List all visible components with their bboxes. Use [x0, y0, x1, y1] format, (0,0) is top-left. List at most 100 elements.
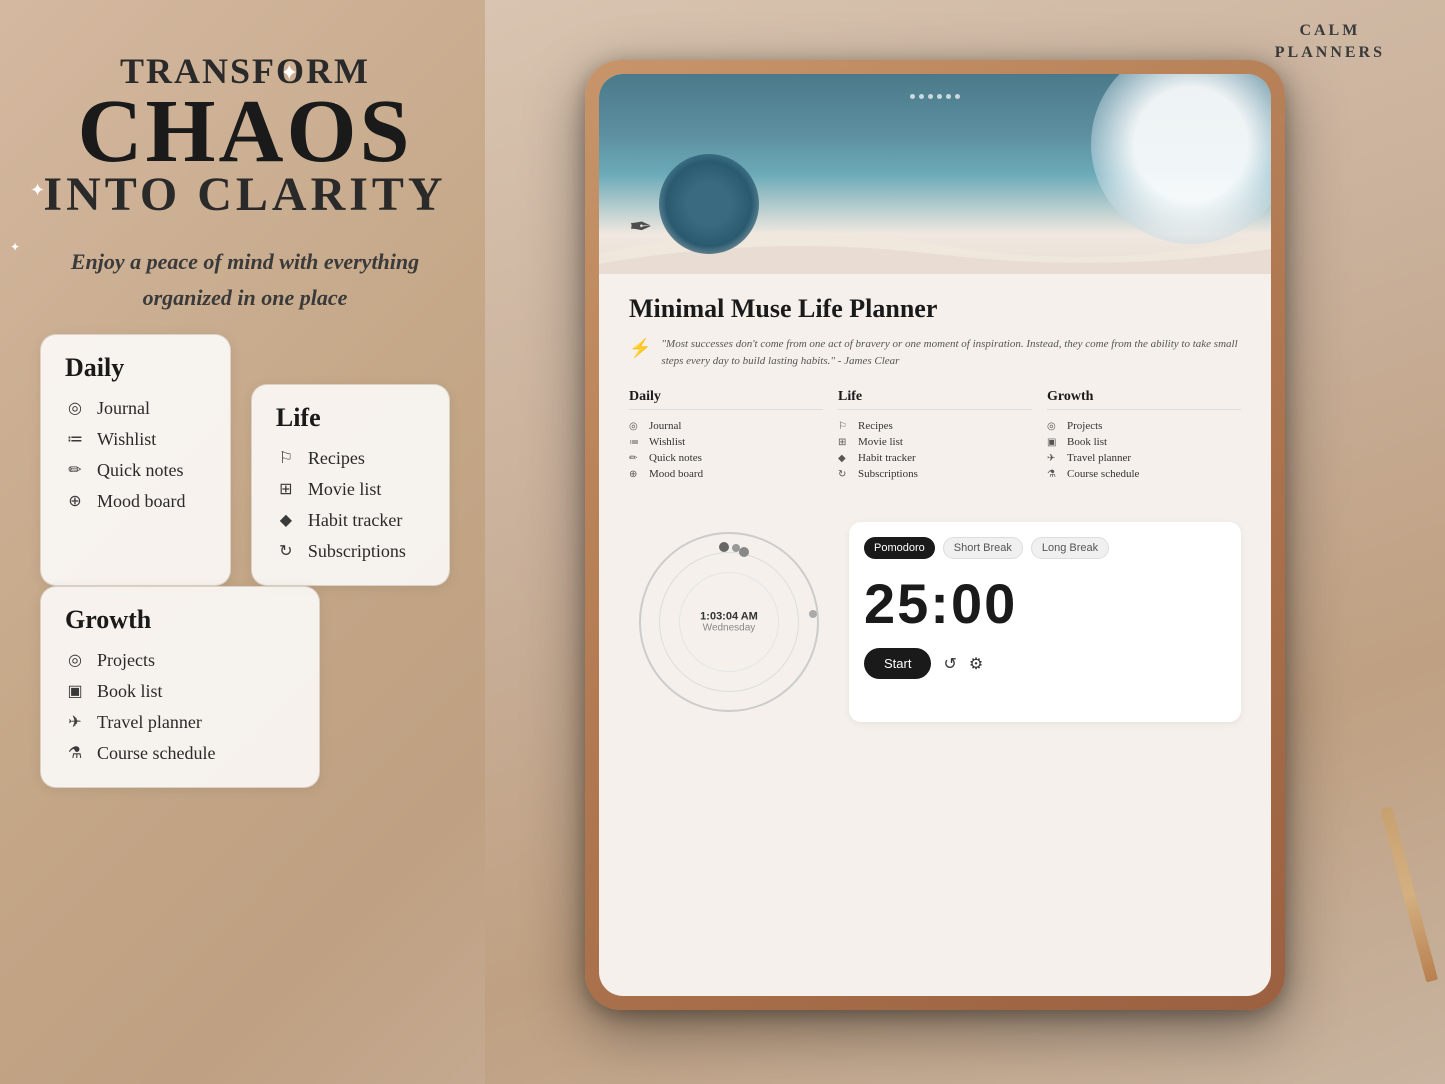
timer-controls: Start ↺ ⚙ — [864, 648, 1226, 679]
quote-block: ⚡ "Most successes don't come from one ac… — [629, 336, 1241, 369]
timer-settings-icon[interactable]: ⚙ — [969, 654, 983, 674]
brand-name-line2: PLANNERS — [1275, 42, 1385, 64]
daily-item-journal[interactable]: ◎ Journal — [65, 393, 206, 424]
tab-long-break[interactable]: Long Break — [1031, 537, 1109, 559]
growth-item-projects[interactable]: ◎ Projects — [65, 645, 295, 676]
header-dot-6 — [955, 94, 960, 99]
tablet-nav-courseschedule[interactable]: ⚗ Course schedule — [1047, 466, 1241, 482]
header-dot-4 — [937, 94, 942, 99]
life-item-habittracker[interactable]: ◆ Habit tracker — [276, 505, 425, 536]
tablet-nav-subscriptions[interactable]: ↻ Subscriptions — [838, 466, 1032, 482]
booklist-icon: ▣ — [65, 681, 85, 701]
tablet-nav-growth-title: Growth — [1047, 389, 1241, 410]
timer-start-button[interactable]: Start — [864, 648, 931, 679]
tablet-nav-courseschedule-label: Course schedule — [1067, 468, 1139, 480]
life-item-subscriptions[interactable]: ↻ Subscriptions — [276, 536, 425, 567]
daily-item-quicknotes[interactable]: ✏ Quick notes — [65, 455, 206, 486]
tagline-line2: organized in one place — [40, 283, 450, 314]
tablet-nav: Daily ◎ Journal ≔ Wishlist ✏ Quick notes — [629, 389, 1241, 482]
tablet-nav-movielist[interactable]: ⊞ Movie list — [838, 434, 1032, 450]
sparkle-icon-4: ✦ — [10, 240, 20, 255]
tablet-recipes-icon: ⚐ — [838, 421, 852, 432]
tablet-nav-moodboard[interactable]: ⊕ Mood board — [629, 466, 823, 482]
growth-item-booklist[interactable]: ▣ Book list — [65, 676, 295, 707]
growth-label-projects: Projects — [97, 650, 155, 671]
tab-pomodoro[interactable]: Pomodoro — [864, 537, 935, 559]
projects-icon: ◎ — [65, 650, 85, 670]
habittracker-icon: ◆ — [276, 510, 296, 530]
brand-logo: CALM PLANNERS — [1275, 20, 1385, 65]
tablet-nav-journal[interactable]: ◎ Journal — [629, 418, 823, 434]
tablet-nav-wishlist[interactable]: ≔ Wishlist — [629, 434, 823, 450]
tablet-travelplanner-icon: ✈ — [1047, 453, 1061, 464]
timer-reset-icon[interactable]: ↺ — [943, 654, 956, 674]
timer-tabs: Pomodoro Short Break Long Break — [864, 537, 1226, 559]
tablet-nav-travelplanner-label: Travel planner — [1067, 452, 1131, 464]
life-label-habittracker: Habit tracker — [308, 510, 402, 531]
journal-icon: ◎ — [65, 398, 85, 418]
life-card: Life ⚐ Recipes ⊞ Movie list ◆ Habit trac… — [251, 384, 450, 586]
growth-label-booklist: Book list — [97, 681, 163, 702]
daily-label-journal: Journal — [97, 398, 150, 419]
tablet-nav-life: Life ⚐ Recipes ⊞ Movie list ◆ Habit trac… — [838, 389, 1032, 482]
tablet-nav-daily: Daily ◎ Journal ≔ Wishlist ✏ Quick notes — [629, 389, 823, 482]
headline-block: TRANSFORM CHAOS INTO CLARITY — [40, 40, 450, 222]
tagline-line1: Enjoy a peace of mind with everything — [40, 247, 450, 278]
tablet-nav-quicknotes[interactable]: ✏ Quick notes — [629, 450, 823, 466]
recipes-icon: ⚐ — [276, 448, 296, 468]
right-panel: CALM PLANNERS — [485, 0, 1445, 1084]
tablet-nav-wishlist-label: Wishlist — [649, 436, 685, 448]
growth-label-courseschedule: Course schedule — [97, 743, 215, 764]
tablet-nav-projects-label: Projects — [1067, 420, 1102, 432]
tablet-nav-journal-label: Journal — [649, 420, 681, 432]
tablet-nav-movielist-label: Movie list — [858, 436, 903, 448]
travelplanner-icon: ✈ — [65, 712, 85, 732]
header-dot-3 — [928, 94, 933, 99]
moodboard-icon: ⊕ — [65, 491, 85, 511]
tablet-nav-recipes-label: Recipes — [858, 420, 893, 432]
header-dots — [910, 94, 960, 99]
tab-short-break[interactable]: Short Break — [943, 537, 1023, 559]
quote-text: "Most successes don't come from one act … — [661, 336, 1241, 369]
header-dot-2 — [919, 94, 924, 99]
growth-card: Growth ◎ Projects ▣ Book list ✈ Travel p… — [40, 586, 320, 788]
headline-chaos: CHAOS — [40, 87, 450, 177]
tablet-nav-daily-title: Daily — [629, 389, 823, 410]
courseschedule-icon: ⚗ — [65, 743, 85, 763]
brand-name-line1: CALM — [1275, 20, 1385, 42]
daily-label-quicknotes: Quick notes — [97, 460, 183, 481]
tablet-subscriptions-icon: ↻ — [838, 469, 852, 480]
tablet-device: ✒ Minimal Muse Life Planner ⚡ "Most succ… — [585, 60, 1285, 1010]
tablet-content: Minimal Muse Life Planner ⚡ "Most succes… — [599, 274, 1271, 522]
tablet-movielist-icon: ⊞ — [838, 437, 852, 448]
tablet-courseschedule-icon: ⚗ — [1047, 469, 1061, 480]
tablet-wishlist-icon: ≔ — [629, 437, 643, 448]
daily-item-moodboard[interactable]: ⊕ Mood board — [65, 486, 206, 517]
life-item-movielist[interactable]: ⊞ Movie list — [276, 474, 425, 505]
life-card-title: Life — [276, 403, 425, 433]
wishlist-icon: ≔ — [65, 429, 85, 449]
quote-lightning-icon: ⚡ — [629, 338, 651, 359]
tablet-nav-habittracker-label: Habit tracker — [858, 452, 916, 464]
tablet-habittracker-icon: ◆ — [838, 453, 852, 464]
tablet-nav-booklist-label: Book list — [1067, 436, 1107, 448]
tablet-nav-projects[interactable]: ◎ Projects — [1047, 418, 1241, 434]
tablet-projects-icon: ◎ — [1047, 421, 1061, 432]
tablet-nav-subscriptions-label: Subscriptions — [858, 468, 918, 480]
tablet-booklist-icon: ▣ — [1047, 437, 1061, 448]
headline-clarity: INTO CLARITY — [40, 167, 450, 222]
life-label-subscriptions: Subscriptions — [308, 541, 406, 562]
subscriptions-icon: ↻ — [276, 541, 296, 561]
growth-item-courseschedule[interactable]: ⚗ Course schedule — [65, 738, 295, 769]
daily-item-wishlist[interactable]: ≔ Wishlist — [65, 424, 206, 455]
clock-section: 1:03:04 AM Wednesday — [629, 522, 829, 722]
header-circle-small — [659, 154, 759, 254]
tablet-nav-travelplanner[interactable]: ✈ Travel planner — [1047, 450, 1241, 466]
growth-item-travelplanner[interactable]: ✈ Travel planner — [65, 707, 295, 738]
tablet-nav-booklist[interactable]: ▣ Book list — [1047, 434, 1241, 450]
life-item-recipes[interactable]: ⚐ Recipes — [276, 443, 425, 474]
growth-card-title: Growth — [65, 605, 295, 635]
tablet-nav-habittracker[interactable]: ◆ Habit tracker — [838, 450, 1032, 466]
tablet-nav-recipes[interactable]: ⚐ Recipes — [838, 418, 1032, 434]
pomodoro-timer: Pomodoro Short Break Long Break 25:00 St… — [849, 522, 1241, 722]
